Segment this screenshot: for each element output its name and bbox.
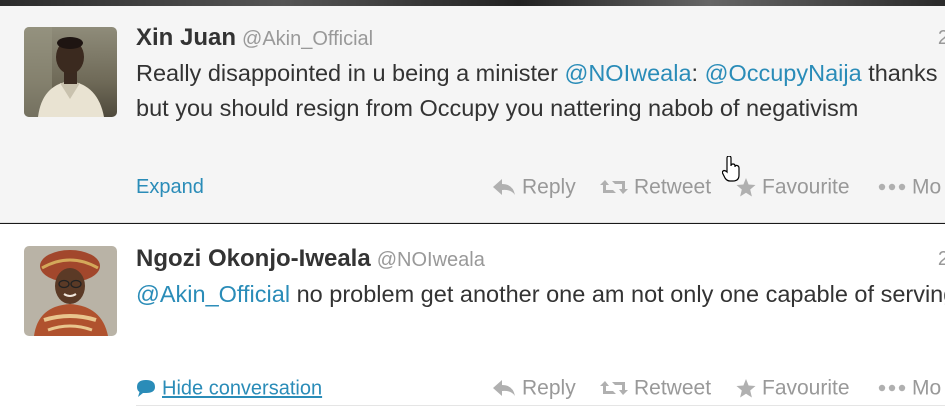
retweet-icon xyxy=(600,180,628,195)
user-photo-icon xyxy=(24,27,117,117)
hide-conversation-label: Hide conversation xyxy=(162,377,323,400)
retweet-button[interactable]: Retweet xyxy=(600,172,711,202)
mention-link[interactable]: @OccupyNaija xyxy=(705,60,862,86)
favourite-label: Favourite xyxy=(762,175,850,199)
retweet-icon xyxy=(600,381,628,396)
tweet-text-segment: no problem get another one am not only o… xyxy=(290,281,945,307)
retweet-button[interactable]: Retweet xyxy=(600,373,711,403)
tweet-item[interactable]: Ngozi Okonjo-Iweala @NOIweala 2 @Akin_Off… xyxy=(0,224,945,408)
retweet-label: Retweet xyxy=(634,376,712,400)
more-button[interactable]: Mo xyxy=(878,172,941,202)
retweet-label: Retweet xyxy=(634,175,712,199)
tweet-actions: Expand Reply Retweet Favourite Mo xyxy=(136,172,945,202)
reply-button[interactable]: Reply xyxy=(492,172,576,202)
more-dots-icon xyxy=(878,184,906,191)
fullname[interactable]: Ngozi Okonjo-Iweala xyxy=(136,245,371,272)
tweet-content: Ngozi Okonjo-Iweala @NOIweala 2 @Akin_Off… xyxy=(136,243,945,400)
more-label: Mo xyxy=(912,376,942,400)
tweet-text-segment: Really disappointed in u being a ministe… xyxy=(136,60,565,86)
expand-link[interactable]: Expand xyxy=(136,172,204,202)
reply-button[interactable]: Reply xyxy=(492,373,576,403)
tweet-content: Xin Juan @Akin_Official 2 Really disappoi… xyxy=(136,22,945,198)
mention-link[interactable]: @Akin_Official xyxy=(136,281,290,307)
tweet-header: Ngozi Okonjo-Iweala @NOIweala 2 xyxy=(136,243,945,275)
avatar[interactable] xyxy=(24,27,117,117)
more-label: Mo xyxy=(912,175,942,199)
mention-link[interactable]: @NOIweala xyxy=(564,60,691,86)
tweet-header: Xin Juan @Akin_Official 2 xyxy=(136,22,945,54)
username[interactable]: @Akin_Official xyxy=(242,28,373,50)
reply-label: Reply xyxy=(522,376,576,400)
favourite-button[interactable]: Favourite xyxy=(736,373,850,403)
timestamp[interactable]: 2 xyxy=(938,243,945,275)
favourite-button[interactable]: Favourite xyxy=(736,172,850,202)
user-photo-icon xyxy=(24,246,117,336)
tweet-actions: Hide conversation Reply Retweet Favourit… xyxy=(136,373,945,403)
reply-label: Reply xyxy=(522,175,576,199)
reply-icon xyxy=(493,179,515,196)
reply-icon xyxy=(493,380,515,397)
divider xyxy=(136,405,945,406)
tweet-text-segment: : xyxy=(691,60,705,86)
timestamp[interactable]: 2 xyxy=(938,22,945,54)
star-icon xyxy=(736,378,756,398)
avatar[interactable] xyxy=(24,246,117,336)
more-button[interactable]: Mo xyxy=(878,373,941,403)
tweet-text: @Akin_Official no problem get another on… xyxy=(136,277,945,312)
more-dots-icon xyxy=(878,385,906,392)
hand-cursor-icon xyxy=(722,156,740,182)
hide-conversation-link[interactable]: Hide conversation xyxy=(136,373,322,404)
speech-bubble-icon xyxy=(137,380,155,398)
favourite-label: Favourite xyxy=(762,376,850,400)
username[interactable]: @NOIweala xyxy=(377,249,485,271)
fullname[interactable]: Xin Juan xyxy=(136,24,236,51)
tweet-item[interactable]: Xin Juan @Akin_Official 2 Really disappoi… xyxy=(0,6,945,223)
tweet-text: Really disappointed in u being a ministe… xyxy=(136,56,945,126)
